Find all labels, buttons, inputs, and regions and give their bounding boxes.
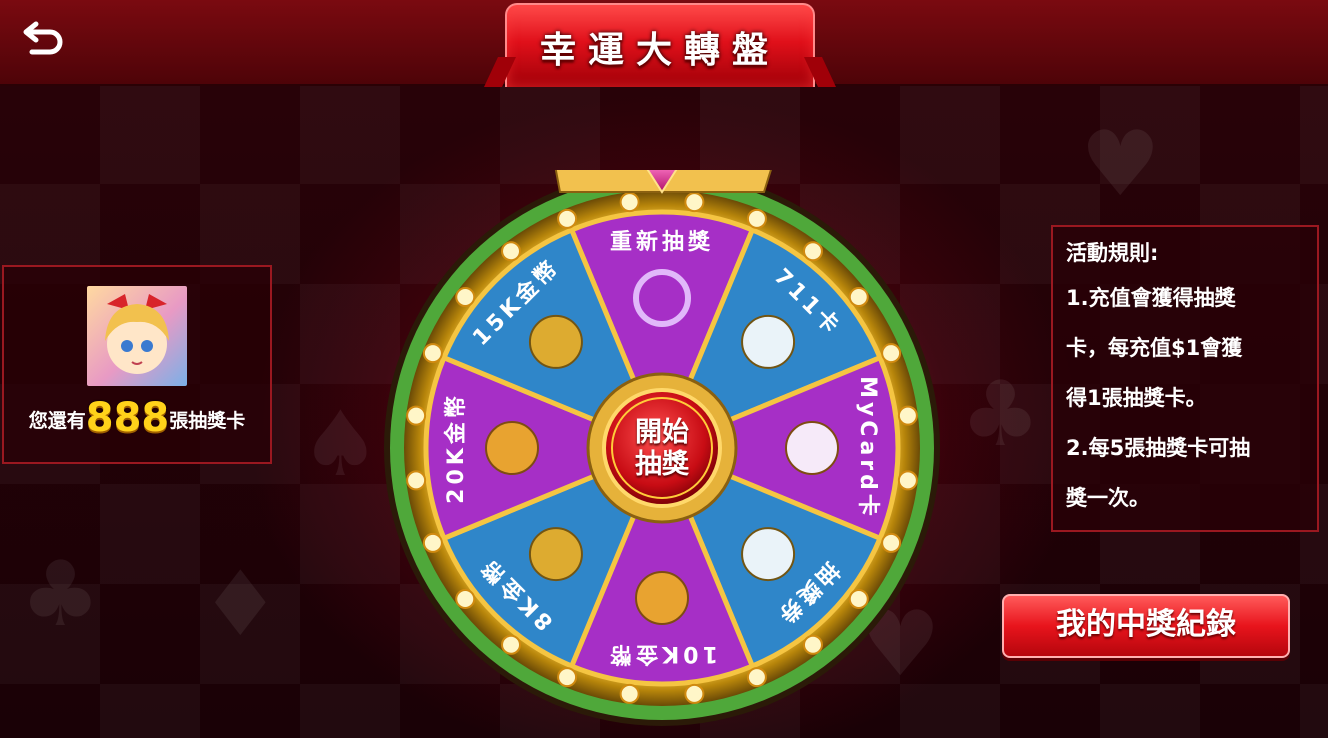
wheel-segment-label: 20K金幣 — [443, 392, 469, 504]
wheel-light-bulb — [422, 343, 443, 364]
wheel-light-bulb — [802, 634, 823, 655]
wheel-segment-label: 10K金幣 — [606, 641, 718, 667]
ticket-count-text: 您還有888張抽獎卡 — [4, 395, 270, 441]
ticket-panel: 您還有888張抽獎卡 — [2, 265, 272, 464]
back-button[interactable] — [22, 14, 66, 58]
top-bar: 幸運大轉盤 — [0, 0, 1328, 87]
mycard-icon — [785, 421, 839, 475]
back-arrow-icon — [23, 21, 63, 55]
seven-eleven-card-icon — [741, 314, 796, 369]
lottery-ticket-icon — [741, 527, 796, 582]
start-spin-label-line1: 開始 — [635, 417, 689, 448]
wheel-light-bulb — [684, 192, 705, 213]
title-plate: 幸運大轉盤 — [505, 3, 815, 87]
rules-line: 獎一次。 — [1066, 486, 1150, 510]
start-spin-label: 開始 抽獎 — [597, 417, 727, 481]
ticket-count: 888 — [85, 395, 170, 441]
wheel-light-bulb — [406, 405, 427, 426]
wheel-light-bulb — [746, 667, 767, 688]
wheel-light-bulb — [848, 588, 869, 609]
wheel-light-bulb — [848, 287, 869, 308]
wheel-segment-label: 重新抽獎 — [610, 229, 714, 255]
wheel-light-bulb — [684, 683, 705, 704]
page-title: 幸運大轉盤 — [539, 30, 780, 71]
club-decoration-icon: ♣ — [20, 542, 101, 647]
start-spin-label-line2: 抽獎 — [635, 449, 689, 480]
wheel-light-bulb — [802, 241, 823, 262]
heart-decoration-icon: ♥ — [1080, 112, 1161, 217]
player-avatar — [87, 286, 187, 386]
wheel-light-bulb — [881, 532, 902, 553]
prize-wheel: 重新抽獎 711卡 MyCard卡 抽獎券 10K金幣 8K金幣 20K金幣 15K金幣 開始… — [384, 170, 940, 726]
wheel-light-bulb — [557, 667, 578, 688]
wheel-light-bulb — [897, 470, 918, 491]
wheel-light-bulb — [557, 208, 578, 229]
wheel-light-bulb — [619, 683, 640, 704]
ticket-prefix: 您還有 — [28, 410, 86, 432]
wheel-light-bulb — [746, 208, 767, 229]
wheel-light-bulb — [501, 241, 522, 262]
gold-coins-icon — [635, 571, 689, 625]
rules-line: 1.充值會獲得抽獎 — [1066, 286, 1236, 310]
rules-line: 得1張抽獎卡。 — [1066, 386, 1207, 410]
ticket-suffix: 張抽獎卡 — [169, 410, 246, 432]
rules-line: 2.每5張抽獎卡可抽 — [1066, 436, 1251, 460]
wheel-light-bulb — [406, 470, 427, 491]
spade-decoration-icon: ♠ — [300, 392, 381, 497]
gold-coins-icon — [528, 527, 583, 582]
rules-panel: 活動規則: 1.充值會獲得抽獎 卡，每充值$1會獲 得1張抽獎卡。 2.每5張抽… — [1051, 225, 1319, 532]
wheel-light-bulb — [881, 343, 902, 364]
wheel-light-bulb — [501, 634, 522, 655]
wheel-light-bulb — [897, 405, 918, 426]
wheel-light-bulb — [455, 287, 476, 308]
start-spin-button[interactable]: 開始 抽獎 — [597, 383, 727, 513]
diamond-decoration-icon: ♦ — [200, 552, 281, 657]
my-prize-records-button[interactable]: 我的中獎紀錄 — [1002, 594, 1290, 658]
club-decoration-icon: ♣ — [960, 362, 1041, 467]
wheel-light-bulb — [422, 532, 443, 553]
wheel-light-bulb — [619, 192, 640, 213]
rules-title: 活動規則: — [1066, 241, 1159, 265]
gold-box-icon — [528, 314, 583, 369]
wheel-light-bulb — [455, 588, 476, 609]
gold-box-icon — [485, 421, 539, 475]
wheel-segment-label: MyCard卡 — [855, 376, 880, 520]
rules-line: 卡，每充值$1會獲 — [1066, 336, 1243, 360]
